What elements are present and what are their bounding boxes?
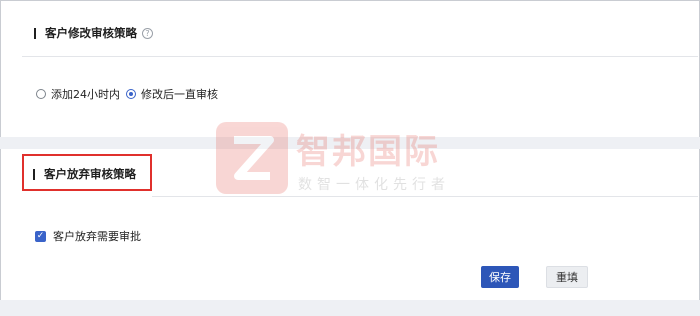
section2-divider	[152, 196, 698, 197]
section-separator	[0, 137, 700, 149]
modify-audit-radio-group: 添加24小时内 修改后一直审核	[36, 86, 224, 102]
customer-modify-audit-title: 客户修改审核策略 ?	[34, 25, 153, 41]
section1-divider	[22, 56, 698, 57]
abandon-approval-checkbox[interactable]: ✓	[35, 230, 46, 242]
abandon-approval-option: ✓ 客户放弃需要审批	[35, 228, 141, 244]
section1-title-text: 客户修改审核策略	[45, 26, 137, 40]
bottom-margin-band	[0, 300, 700, 316]
radio-within-24h-label[interactable]: 添加24小时内	[51, 86, 120, 102]
title-accent-bar	[34, 27, 36, 39]
radio-always-audit-label[interactable]: 修改后一直审核	[141, 86, 218, 102]
save-button[interactable]: 保存	[481, 266, 519, 288]
abandon-approval-label[interactable]: 客户放弃需要审批	[53, 228, 141, 244]
radio-always-audit[interactable]	[126, 89, 136, 99]
reset-button[interactable]: 重填	[546, 266, 588, 288]
radio-within-24h[interactable]	[36, 89, 46, 99]
highlight-annotation-box	[22, 154, 152, 191]
help-icon[interactable]: ?	[142, 27, 153, 39]
